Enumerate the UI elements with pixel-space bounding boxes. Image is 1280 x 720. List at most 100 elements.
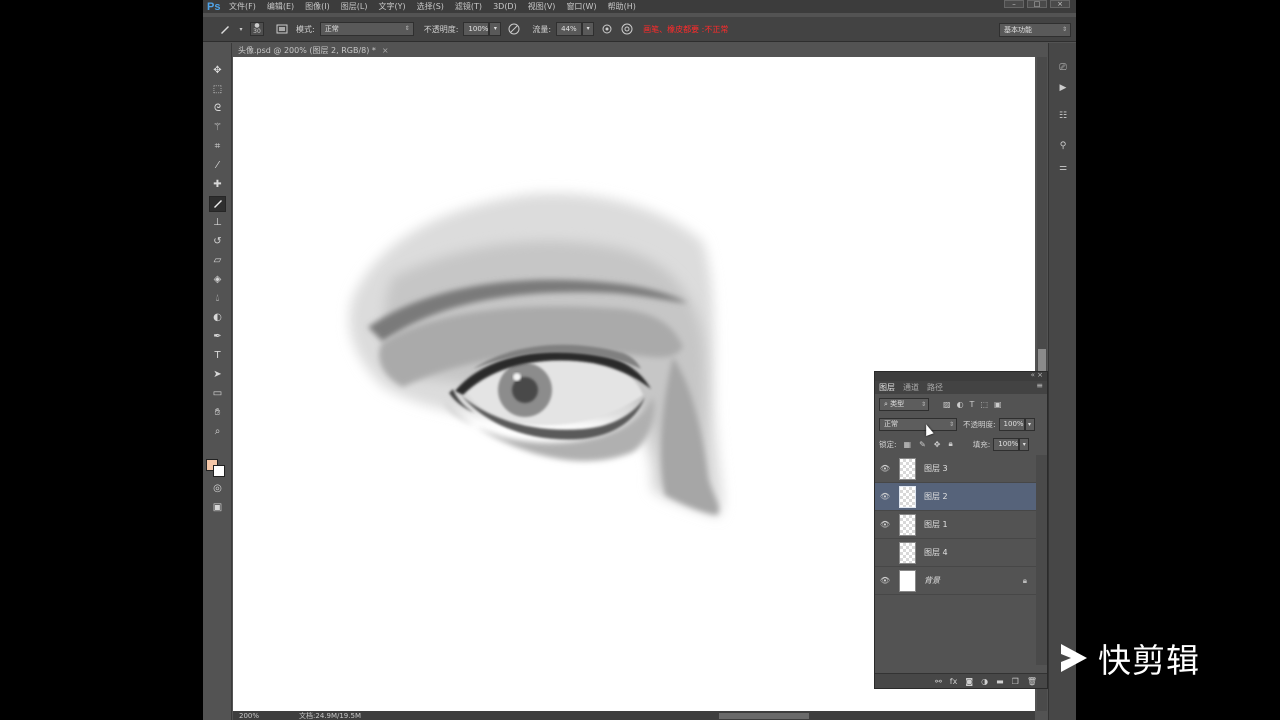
layer-row-selected[interactable]: 👁︎ 图层 2 bbox=[875, 483, 1037, 511]
eyedropper-icon[interactable]: ⁄ bbox=[209, 158, 226, 174]
opacity-dropdown[interactable]: ▾ bbox=[489, 22, 502, 36]
adjustment-filter-icon[interactable]: ◐ bbox=[957, 400, 964, 409]
layer-row[interactable]: ▢ 图层 4 bbox=[875, 539, 1037, 567]
lock-image-icon[interactable]: ✎ bbox=[919, 440, 926, 449]
eye-icon[interactable]: 👁︎ bbox=[875, 464, 895, 473]
eye-icon[interactable]: 👁︎ bbox=[875, 492, 895, 501]
screen-mode-icon[interactable]: ▣ bbox=[209, 500, 226, 516]
link-icon[interactable]: ⚯ bbox=[935, 677, 942, 686]
pressure-opacity-icon[interactable] bbox=[507, 22, 521, 36]
zoom-level[interactable]: 200% bbox=[239, 712, 259, 720]
type-icon[interactable]: T bbox=[209, 348, 226, 364]
mask-icon[interactable]: ◙ bbox=[965, 677, 973, 686]
crop-icon[interactable]: ⌗ bbox=[209, 139, 226, 155]
layer-row[interactable]: 👁︎ 图层 3 bbox=[875, 455, 1037, 483]
menu-help[interactable]: 帮助(H) bbox=[608, 1, 636, 12]
menu-file[interactable]: 文件(F) bbox=[229, 1, 256, 12]
eye-icon[interactable]: 👁︎ bbox=[875, 576, 895, 585]
menu-window[interactable]: 窗口(W) bbox=[566, 1, 596, 12]
vertical-scroll-thumb[interactable] bbox=[1038, 349, 1046, 371]
pixel-filter-icon[interactable]: ▨ bbox=[943, 400, 951, 409]
delete-icon[interactable]: 🗑︎ bbox=[1027, 677, 1037, 686]
background-color-swatch[interactable] bbox=[213, 465, 225, 477]
lock-transparent-icon[interactable]: ▦ bbox=[904, 440, 912, 449]
tab-channels[interactable]: 通道 bbox=[903, 382, 919, 393]
chevron-down-icon[interactable]: ▾ bbox=[238, 22, 244, 36]
paint-bucket-icon[interactable]: ◈ bbox=[209, 272, 226, 288]
menu-image[interactable]: 图像(I) bbox=[305, 1, 330, 12]
layer-opacity-dropdown[interactable]: ▾ bbox=[1024, 417, 1035, 431]
blur-icon[interactable]: 💧︎ bbox=[209, 291, 226, 307]
tab-layers[interactable]: 图层 bbox=[879, 382, 895, 393]
lasso-icon[interactable]: ᘓ bbox=[209, 101, 226, 117]
brush-icon[interactable] bbox=[209, 196, 226, 212]
menu-select[interactable]: 选择(S) bbox=[417, 1, 444, 12]
menu-type[interactable]: 文字(Y) bbox=[378, 1, 405, 12]
move-icon[interactable]: ✥ bbox=[209, 63, 226, 79]
layers-scrollbar[interactable] bbox=[1036, 455, 1047, 665]
menu-3d[interactable]: 3D(D) bbox=[493, 2, 517, 11]
eraser-icon[interactable]: ▱ bbox=[209, 253, 226, 269]
type-filter-icon[interactable]: T bbox=[970, 400, 975, 409]
dodge-icon[interactable]: ◐ bbox=[209, 310, 226, 326]
maximize-button[interactable]: □ bbox=[1027, 0, 1047, 8]
panel-menu-icon[interactable]: ≡ bbox=[1036, 381, 1043, 390]
adjustment-icon[interactable]: ◑ bbox=[981, 677, 988, 686]
menu-filter[interactable]: 滤镜(T) bbox=[455, 1, 482, 12]
eye-hidden-icon[interactable]: ▢ bbox=[875, 548, 895, 557]
menu-edit[interactable]: 编辑(E) bbox=[267, 1, 294, 12]
lock-position-icon[interactable]: ✥ bbox=[934, 440, 941, 449]
group-icon[interactable]: ▬ bbox=[996, 677, 1004, 686]
layer-row[interactable]: 👁︎ 图层 1 bbox=[875, 511, 1037, 539]
magic-wand-icon[interactable]: ⚚ bbox=[209, 120, 226, 136]
brush-panel-icon[interactable]: ⚲ bbox=[1056, 139, 1070, 153]
hand-icon[interactable]: ✋︎ bbox=[209, 405, 226, 421]
brush-size-picker[interactable]: ● 30 bbox=[250, 22, 264, 36]
path-select-icon[interactable]: ➤ bbox=[209, 367, 226, 383]
eye-icon[interactable]: 👁︎ bbox=[875, 520, 895, 529]
layer-opacity-input[interactable]: 100% bbox=[998, 417, 1025, 431]
healing-brush-icon[interactable]: ✚ bbox=[209, 177, 226, 193]
menu-layer[interactable]: 图层(L) bbox=[341, 1, 368, 12]
marquee-icon[interactable]: ⬚ bbox=[209, 82, 226, 98]
shape-filter-icon[interactable]: ⬚ bbox=[980, 400, 988, 409]
new-layer-icon[interactable]: ❐ bbox=[1012, 677, 1019, 686]
document-tab[interactable]: 头像.psd @ 200% (图层 2, RGB/8) * × bbox=[232, 43, 389, 57]
minimize-button[interactable]: – bbox=[1004, 0, 1024, 8]
flow-dropdown[interactable]: ▾ bbox=[582, 22, 595, 36]
history-brush-icon[interactable]: ↺ bbox=[209, 234, 226, 250]
collapse-icon[interactable]: « × bbox=[1031, 371, 1043, 379]
brush-tool-preset-icon[interactable] bbox=[218, 22, 232, 36]
layers-panel-header[interactable]: « × bbox=[875, 371, 1047, 381]
flow-input[interactable]: 44% bbox=[556, 22, 583, 36]
pressure-size-icon[interactable] bbox=[620, 22, 634, 36]
pen-icon[interactable]: ✒ bbox=[209, 329, 226, 345]
layer-row-background[interactable]: 👁︎ 背景 🔒︎ bbox=[875, 567, 1037, 595]
fx-icon[interactable]: fx bbox=[950, 677, 958, 686]
fill-dropdown[interactable]: ▾ bbox=[1019, 437, 1030, 451]
layer-thumbnail bbox=[899, 569, 916, 592]
smart-object-filter-icon[interactable]: ▣ bbox=[994, 400, 1002, 409]
close-icon[interactable]: × bbox=[382, 46, 389, 55]
zoom-icon[interactable]: ⌕ bbox=[209, 424, 226, 440]
rectangle-icon[interactable]: ▭ bbox=[209, 386, 226, 402]
history-panel-icon[interactable]: ⎚ bbox=[1056, 61, 1070, 75]
brush-panel-icon[interactable] bbox=[275, 22, 289, 36]
airbrush-icon[interactable] bbox=[600, 22, 614, 36]
horizontal-scroll-thumb[interactable] bbox=[719, 713, 809, 719]
close-button[interactable]: × bbox=[1050, 0, 1070, 8]
mode-select[interactable]: 正常 ⇕ bbox=[319, 22, 414, 36]
blend-mode-select[interactable]: 正常 ⇕ bbox=[879, 417, 957, 431]
menu-view[interactable]: 视图(V) bbox=[528, 1, 556, 12]
tab-paths[interactable]: 路径 bbox=[927, 382, 943, 393]
properties-panel-icon[interactable]: ☷ bbox=[1056, 109, 1070, 123]
lock-all-icon[interactable]: 🔒︎ bbox=[949, 439, 953, 449]
fill-input[interactable]: 100% bbox=[993, 437, 1020, 451]
opacity-input[interactable]: 100% bbox=[463, 22, 490, 36]
actions-panel-icon[interactable]: ▶ bbox=[1056, 81, 1070, 95]
quick-mask-icon[interactable]: ◎ bbox=[209, 481, 226, 497]
clone-stamp-icon[interactable]: ⊥ bbox=[209, 215, 226, 231]
filter-kind-select[interactable]: ⌕ 类型 ⇕ bbox=[879, 397, 929, 411]
workspace-select[interactable]: 基本功能 ⇕ bbox=[999, 23, 1071, 37]
adjustments-panel-icon[interactable]: ⚌ bbox=[1056, 161, 1070, 175]
